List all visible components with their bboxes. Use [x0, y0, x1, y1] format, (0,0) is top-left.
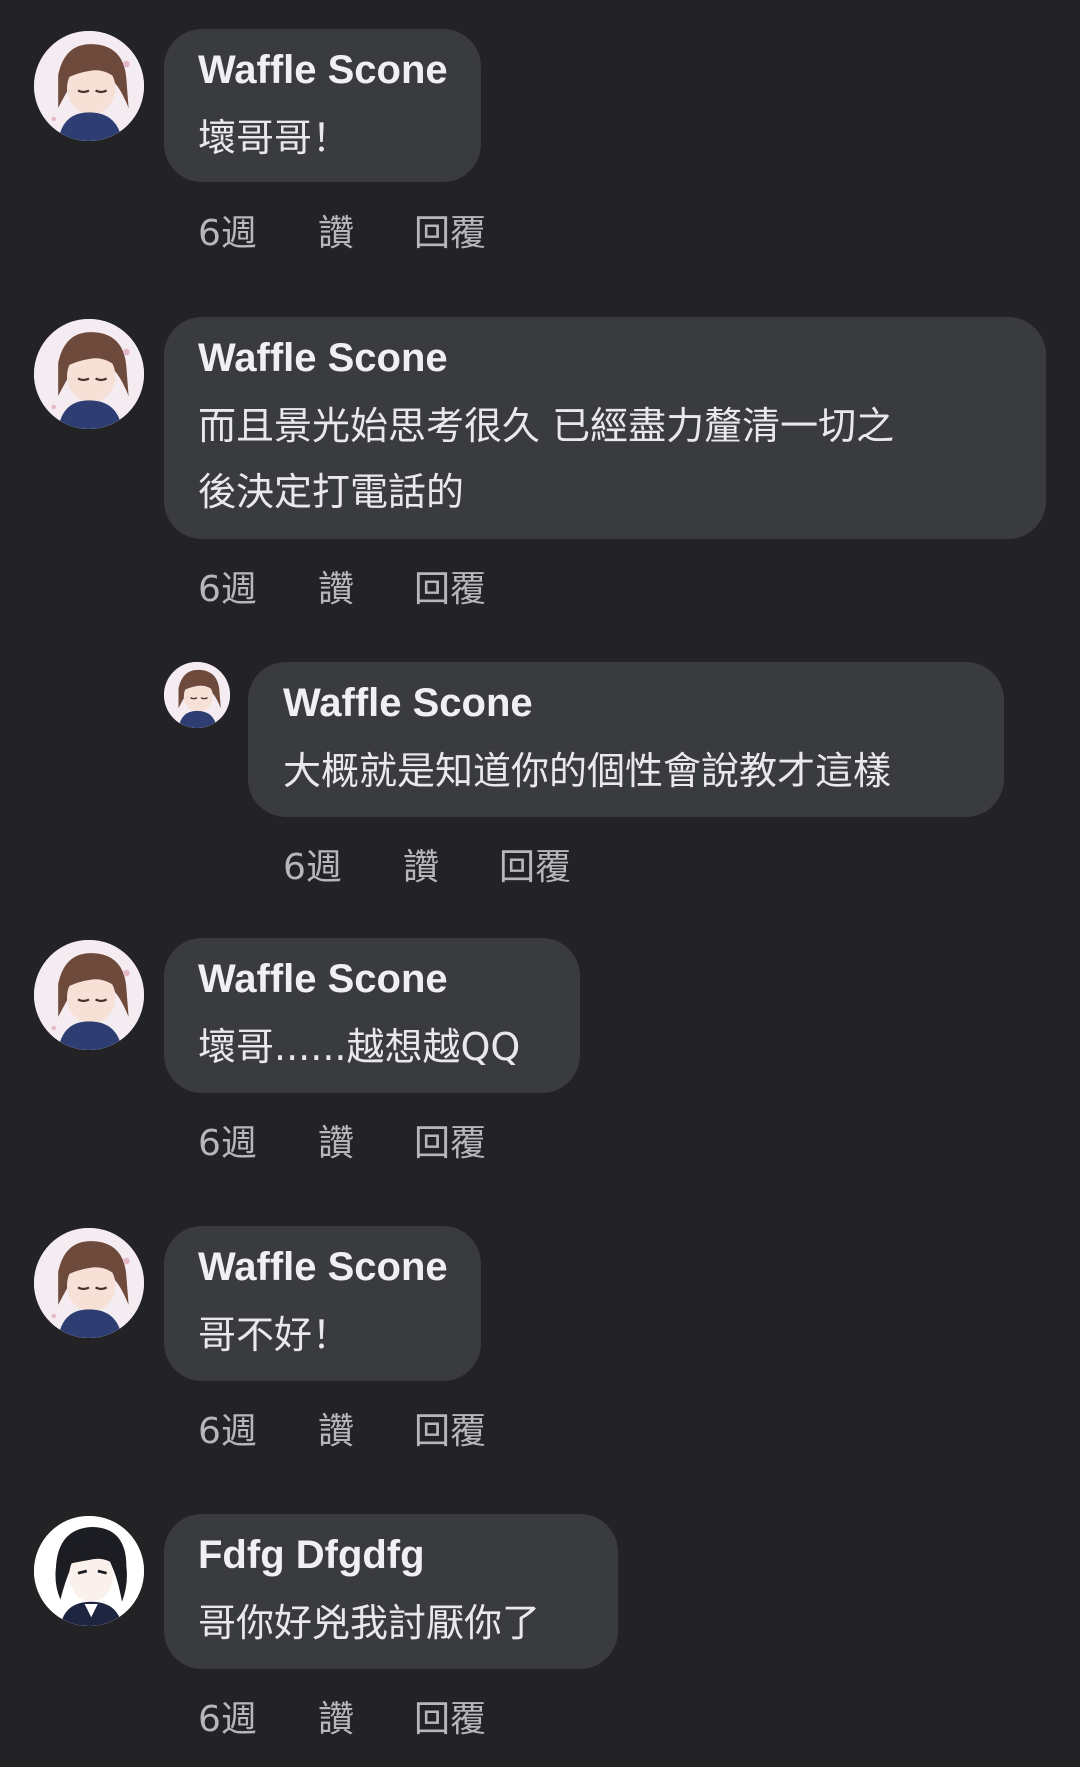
avatar[interactable]: [34, 1228, 144, 1338]
comment-text: 哥你好兇我討厭你了: [198, 1601, 541, 1645]
avatar[interactable]: [34, 1516, 144, 1626]
comment-time[interactable]: 6週: [198, 1119, 257, 1169]
comment-time[interactable]: 6週: [198, 209, 257, 259]
like-button[interactable]: 讚: [318, 1119, 354, 1169]
reply-button[interactable]: 回覆: [414, 1695, 486, 1745]
avatar-illustration-icon: [164, 662, 230, 728]
comment-author[interactable]: Waffle Scone: [198, 334, 448, 382]
comment-text: 而且景光始思考很久 已經盡力釐清一切之 後決定打電話的: [198, 404, 895, 514]
like-button[interactable]: 讚: [403, 843, 439, 893]
comment-time[interactable]: 6週: [198, 565, 257, 615]
comment-time[interactable]: 6週: [283, 843, 342, 893]
comment-text: 哥不好！: [198, 1313, 351, 1357]
comment-time[interactable]: 6週: [198, 1695, 257, 1745]
avatar-illustration-icon: [34, 1228, 144, 1338]
avatar-illustration-icon: [34, 940, 144, 1050]
reply-button[interactable]: 回覆: [414, 1119, 486, 1169]
reply-button[interactable]: 回覆: [499, 843, 571, 893]
like-button[interactable]: 讚: [318, 565, 354, 615]
avatar[interactable]: [34, 319, 144, 429]
avatar-illustration-icon: [34, 319, 144, 429]
comment-author[interactable]: Waffle Scone: [283, 679, 533, 727]
avatar[interactable]: [34, 31, 144, 141]
reply-button[interactable]: 回覆: [414, 1407, 486, 1457]
comment-author[interactable]: Waffle Scone: [198, 1243, 448, 1291]
comment-text: 大概就是知道你的個性會說教才這樣: [283, 749, 892, 793]
comment-author[interactable]: Waffle Scone: [198, 955, 448, 1003]
comment-text: 壞哥......越想越QQ: [198, 1025, 521, 1069]
like-button[interactable]: 讚: [318, 1407, 354, 1457]
avatar-illustration-icon: [34, 31, 144, 141]
like-button[interactable]: 讚: [318, 209, 354, 259]
comment-author[interactable]: Waffle Scone: [198, 46, 448, 94]
avatar[interactable]: [34, 940, 144, 1050]
avatar-illustration-icon: [34, 1516, 144, 1626]
like-button[interactable]: 讚: [318, 1695, 354, 1745]
reply-button[interactable]: 回覆: [414, 209, 486, 259]
avatar[interactable]: [164, 662, 230, 728]
comment-author[interactable]: Fdfg Dfgdfg: [198, 1531, 425, 1579]
reply-button[interactable]: 回覆: [414, 565, 486, 615]
comment-text: 壞哥哥！: [198, 116, 351, 160]
comment-time[interactable]: 6週: [198, 1407, 257, 1457]
